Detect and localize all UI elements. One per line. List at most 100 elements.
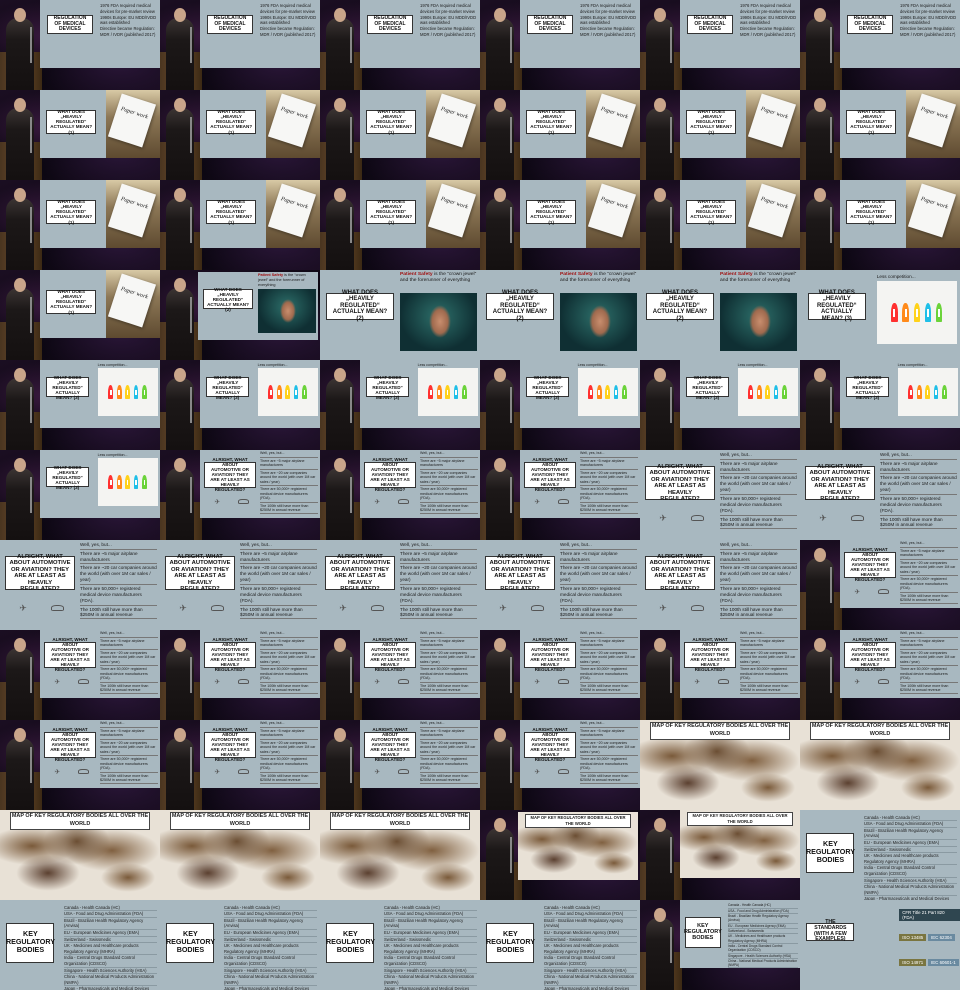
slide: WHAT DOES „HEAVILY REGULATED“ ACTUALLY M…: [360, 90, 480, 158]
microphone: [30, 387, 32, 423]
slide: ALRIGHT, WHAT ABOUT AUTOMOTIVE OR AVIATI…: [200, 450, 320, 518]
cone-icon: [268, 384, 274, 400]
cone-row: [98, 465, 158, 490]
slide-caption: Less competition...: [97, 362, 128, 367]
slide: MAP OF KEY REGULATORY BODIES ALL OVER TH…: [0, 810, 160, 900]
slide-title: WHAT DOES „HEAVILY REGULATED“ ACTUALLY M…: [46, 289, 97, 315]
slide: ALRIGHT, WHAT ABOUT AUTOMOTIVE OR AVIATI…: [640, 540, 800, 630]
slide-title: REGULATION OF MEDICAL DEVICES: [47, 14, 93, 34]
car-icon: [238, 498, 249, 505]
slide-title: WHAT DOES „HEAVILY REGULATED“ ACTUALLY M…: [366, 109, 417, 135]
cone-icon: [141, 384, 147, 400]
slide-title: ALRIGHT, WHAT ABOUT AUTOMOTIVE OR AVIATI…: [683, 637, 737, 671]
slide: ALRIGHT, WHAT ABOUT AUTOMOTIVE OR AVIATI…: [360, 450, 480, 518]
cone-icon: [125, 474, 130, 490]
cone-icon: [285, 384, 290, 400]
slide-body: Well, yes, but... There are ~5 major airp…: [420, 451, 478, 514]
slide-summary: The 100th still have more than $250M in …: [260, 501, 318, 514]
slide: ALRIGHT, WHAT ABOUT AUTOMOTIVE OR AVIATI…: [200, 720, 320, 788]
slide-title: WHAT DOES „HEAVILY REGULATED“ ACTUALLY M…: [366, 199, 417, 225]
video-frame-thumbnail: KEY REGULATORY BODIES Canada - Health Can…: [800, 810, 960, 900]
video-frame-thumbnail: WHAT DOES „HEAVILY REGULATED“ ACTUALLY M…: [160, 180, 320, 270]
regulatory-body-item: Brazil - Brazilian Health Regulatory Age…: [224, 918, 317, 930]
microphone: [30, 657, 32, 693]
cone-icon: [108, 474, 114, 490]
slide-line: Directive became Regulation: MDR / IVDR …: [740, 26, 796, 37]
video-frame-thumbnail: WHAT DOES „HEAVILY REGULATED“ ACTUALLY M…: [480, 180, 640, 270]
map-title: MAP OF KEY REGULATORY BODIES ALL OVER TH…: [687, 812, 793, 826]
slide-line: 1976 FDA required medical devices for pr…: [420, 3, 475, 14]
slide: WHAT DOES „HEAVILY REGULATED“ ACTUALLY M…: [320, 270, 480, 360]
slide: ALRIGHT, WHAT ABOUT AUTOMOTIVE OR AVIATI…: [800, 450, 960, 540]
slide-body: Well, yes, but... There are ~5 major airp…: [560, 542, 637, 620]
slide: WHAT DOES „HEAVILY REGULATED“ ACTUALLY M…: [360, 360, 480, 428]
slide-body: Well, yes, but... There are ~5 major airp…: [80, 542, 157, 620]
slide-summary: The 100th still have more than $250M in …: [740, 681, 798, 694]
slide-caption: Less competition...: [876, 273, 916, 279]
slide-intro: Well, yes, but...: [580, 631, 605, 636]
slide-title: KEY REGULATORY BODIES: [166, 922, 215, 963]
slide-intro: Well, yes, but...: [260, 721, 285, 726]
cone-icon: [445, 384, 450, 400]
airplane-icon: ✈: [19, 603, 27, 613]
microphone: [190, 207, 192, 243]
slide-body: Well, yes, but... There are ~5 major airp…: [100, 721, 158, 784]
car-icon: [691, 514, 705, 522]
slide-bullet: There are 50,000+ registered medical dev…: [900, 665, 958, 680]
slide: KEY REGULATORY BODIES Canada - Health Can…: [800, 810, 960, 900]
slide: ALRIGHT, WHAT ABOUT AUTOMOTIVE OR AVIATI…: [200, 630, 320, 698]
regulatory-body-item: Singapore - Health Sciences Authority (H…: [544, 968, 637, 975]
microphone: [830, 657, 832, 693]
slide: WHAT DOES „HEAVILY REGULATED“ ACTUALLY M…: [680, 180, 800, 248]
regulatory-body-item: Japan - Pharmaceuticals and Medical Devi…: [64, 986, 157, 990]
microphone: [670, 657, 672, 693]
video-frame-thumbnail: ALRIGHT, WHAT ABOUT AUTOMOTIVE OR AVIATI…: [480, 720, 640, 810]
slide: WHAT DOES „HEAVILY REGULATED“ ACTUALLY M…: [40, 270, 160, 338]
slide-bullet: There are ~20 car companies around the w…: [260, 648, 318, 664]
slide-title: REGULATION OF MEDICAL DEVICES: [687, 14, 733, 34]
slide-bullet: There are 50,000+ registered medical dev…: [580, 665, 638, 680]
regulatory-body-item: India - Central Drugs Standard Control O…: [728, 944, 798, 954]
regulatory-body-item: Brazil - Brazilian Health Regulatory Age…: [64, 918, 157, 930]
slide-summary: The 100th still have more than $250M in …: [420, 771, 478, 784]
slide-body: Well, yes, but... There are ~5 major airp…: [880, 452, 957, 530]
microphone: [510, 117, 512, 153]
cone-icon: [293, 384, 299, 400]
video-frame-thumbnail: WHAT DOES „HEAVILY REGULATED“ ACTUALLY M…: [640, 180, 800, 270]
microphone: [190, 387, 192, 423]
cone-icon: [301, 384, 307, 400]
slide-bullet: There are ~5 major airplane manufacturer…: [260, 636, 318, 648]
video-frame-thumbnail: WHAT DOES „HEAVILY REGULATED“ ACTUALLY M…: [160, 270, 320, 360]
cone-icon: [925, 384, 930, 400]
video-frame-thumbnail: KEY REGULATORY BODIES Canada - Health Can…: [160, 900, 320, 990]
microphone: [190, 657, 192, 693]
microphone: [30, 27, 32, 63]
slide: WHAT DOES „HEAVILY REGULATED“ ACTUALLY M…: [680, 360, 800, 428]
airplane-icon: ✈: [854, 678, 861, 686]
slide-bullet: There are ~20 car companies around the w…: [260, 738, 318, 754]
microphone: [190, 477, 192, 513]
regulatory-body-item: USA - Food and Drug Administration (FDA): [224, 911, 317, 918]
slide: WHAT DOES „HEAVILY REGULATED“ ACTUALLY M…: [520, 180, 640, 248]
airplane-icon: ✈: [214, 768, 221, 776]
slide: THE STANDARDS (WITH A FEW EXAMPLES) CFR T…: [800, 900, 960, 990]
cone-icon: [133, 384, 139, 400]
slide: WHAT DOES „HEAVILY REGULATED“ ACTUALLY M…: [800, 270, 960, 360]
map-title: MAP OF KEY REGULATORY BODIES ALL OVER TH…: [649, 722, 791, 740]
slide-bullet: There are 50,000+ registered medical dev…: [420, 485, 478, 500]
cone-row: [877, 290, 957, 322]
slide: REGULATION OF MEDICAL DEVICES 1976 FDA re…: [200, 0, 320, 68]
slide: WHAT DOES „HEAVILY REGULATED“ ACTUALLY M…: [40, 90, 160, 158]
slide-summary: The 100th still have more than $250M in …: [580, 771, 638, 784]
slide-line: 1990s Europe: EU MDD/IVDD was establishe…: [420, 14, 477, 26]
microphone: [830, 117, 832, 153]
slide: MAP OF KEY REGULATORY BODIES ALL OVER TH…: [320, 810, 480, 900]
microphone: [350, 387, 352, 423]
cone-icon: [756, 384, 762, 400]
cone-icon: [116, 384, 122, 400]
slide-title: ALRIGHT, WHAT ABOUT AUTOMOTIVE OR AVIATI…: [164, 554, 236, 592]
slide-summary: The 100th still have more than $250M in …: [260, 771, 318, 784]
slide-intro: Well, yes, but...: [260, 631, 285, 636]
map-title: MAP OF KEY REGULATORY BODIES ALL OVER TH…: [525, 814, 631, 828]
regulatory-body-item: China - National Medical Products Admini…: [864, 884, 957, 897]
